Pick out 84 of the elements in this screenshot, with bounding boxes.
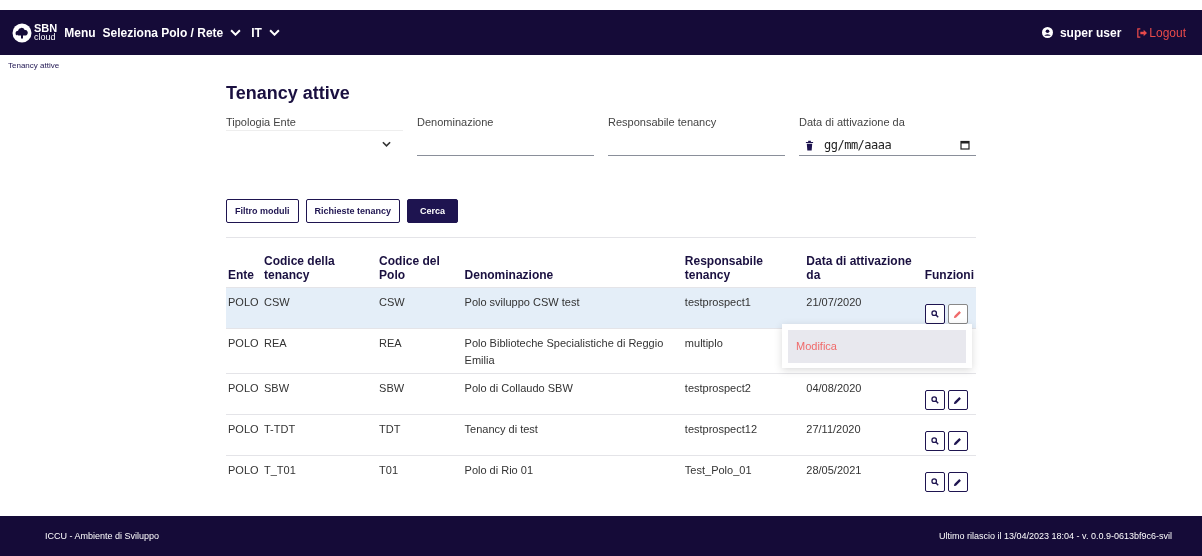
table-cell: CSW	[379, 296, 405, 308]
logo-subtext: cloud	[34, 32, 56, 42]
table-cell: REA	[263, 337, 287, 349]
table-cell: 28/05/2021	[806, 464, 862, 476]
column-header: Codice del Polo	[379, 254, 440, 282]
search-icon	[930, 437, 939, 445]
table-cell: SBW	[379, 382, 405, 394]
table-cell: SBW	[263, 382, 290, 394]
pencil-icon	[953, 395, 963, 405]
edit-button[interactable]	[947, 431, 968, 451]
table-cell: CSW	[263, 296, 290, 308]
table-cell: testprospect12	[684, 423, 757, 435]
edit-button[interactable]	[947, 472, 968, 492]
table-cell: 04/08/2020	[806, 382, 862, 394]
table-cell: TDT	[379, 423, 401, 435]
footer-text: ICCU - Ambiente di Sviluppo	[45, 531, 160, 541]
filter-label: Denominazione	[417, 116, 495, 130]
edit-button[interactable]	[947, 390, 968, 410]
date-placeholder: gg/mm/aaaa	[824, 138, 892, 152]
table-row[interactable]: POLO T-TDT TDT Tenancy di test testprospect12 27/11/2020	[226, 414, 976, 456]
table-cell: T-TDT	[263, 423, 296, 435]
pencil-icon	[953, 436, 963, 446]
logo[interactable]: SBN cloud	[12, 22, 58, 43]
table-cell: Test_Polo_01	[684, 464, 752, 476]
table-cell: Polo sviluppo CSW test	[464, 296, 580, 308]
filter-label: Tipologia Ente	[226, 116, 297, 130]
chevron-down-icon	[382, 141, 391, 147]
view-button[interactable]	[924, 431, 945, 451]
table-cell: POLO	[228, 382, 259, 394]
column-header: Denominazione	[464, 268, 554, 282]
table-cell: Tenancy di test	[464, 423, 538, 435]
view-button[interactable]	[924, 472, 945, 492]
chevron-down-icon[interactable]	[230, 29, 242, 36]
breadcrumb[interactable]: Tenancy attive	[0, 55, 60, 75]
table-cell: testprospect2	[684, 382, 751, 394]
column-header: Ente	[228, 268, 254, 282]
logout-link[interactable]: Logout	[1136, 25, 1186, 40]
cloud-icon	[12, 22, 32, 43]
pencil-icon	[953, 477, 963, 487]
action-button[interactable]: Cerca	[407, 199, 459, 223]
filter-label: Data di attivazione da	[799, 116, 906, 130]
table-cell: Polo di Collaudo SBW	[464, 382, 573, 394]
table-cell: testprospect1	[684, 296, 751, 308]
tooltip-text: Modifica	[788, 329, 966, 363]
table-cell: 21/07/2020	[806, 296, 862, 308]
table-cell: REA	[379, 337, 402, 349]
table-row[interactable]: POLO T_T01 T01 Polo di Rio 01 Test_Polo_01 28/05/2021	[226, 455, 976, 496]
filter-label: Responsabile tenancy	[608, 116, 718, 130]
table-cell: POLO	[228, 464, 259, 476]
table-cell: POLO	[228, 337, 259, 349]
search-icon	[930, 478, 939, 486]
trash-icon[interactable]	[805, 139, 814, 151]
table-cell: T01	[379, 464, 399, 476]
column-header: Funzioni	[924, 268, 974, 282]
column-header: Codice della tenancy	[263, 254, 335, 282]
table-cell: 27/11/2020	[806, 423, 861, 435]
view-button[interactable]	[924, 390, 945, 410]
page-title: Tenancy attive	[226, 83, 351, 104]
language-dropdown[interactable]: IT	[251, 25, 262, 40]
footer-version: Ultimo rilascio il 13/04/2023 18:04 - v. 0.0.9-0613bf9c6-svil	[939, 531, 1172, 541]
table-row[interactable]: POLO SBW SBW Polo di Collaudo SBW testprospect2 04/08/2020	[226, 373, 976, 415]
date-field[interactable]: gg/mm/aaaa	[824, 138, 976, 152]
table-cell: multiplo	[684, 337, 723, 349]
logout-icon	[1136, 27, 1149, 38]
table-cell: T_T01	[263, 464, 296, 476]
table-cell: POLO	[228, 296, 259, 308]
action-button[interactable]: Richieste tenancy	[305, 199, 401, 223]
chevron-down-icon[interactable]	[268, 29, 280, 36]
user-name[interactable]: super user	[1059, 25, 1122, 40]
logo-text: SBN	[34, 23, 58, 33]
search-icon	[930, 396, 939, 404]
view-button[interactable]	[924, 304, 945, 324]
action-button[interactable]: Filtro moduli	[226, 199, 299, 223]
column-header: Responsabile tenancy	[684, 254, 763, 282]
column-header: Data di attivazione da	[806, 254, 912, 282]
menu-link[interactable]: Menu	[64, 25, 96, 40]
search-icon	[930, 310, 939, 318]
pencil-icon	[953, 309, 963, 319]
table-cell: POLO	[228, 423, 259, 435]
polo-dropdown[interactable]: Seleziona Polo / Rete	[102, 25, 224, 40]
table-cell: Polo Biblioteche Specialistiche di Reggio Emilia	[464, 337, 664, 366]
table-cell: Polo di Rio 01	[464, 464, 534, 476]
user-icon	[1041, 27, 1053, 38]
calendar-icon[interactable]	[960, 140, 970, 150]
